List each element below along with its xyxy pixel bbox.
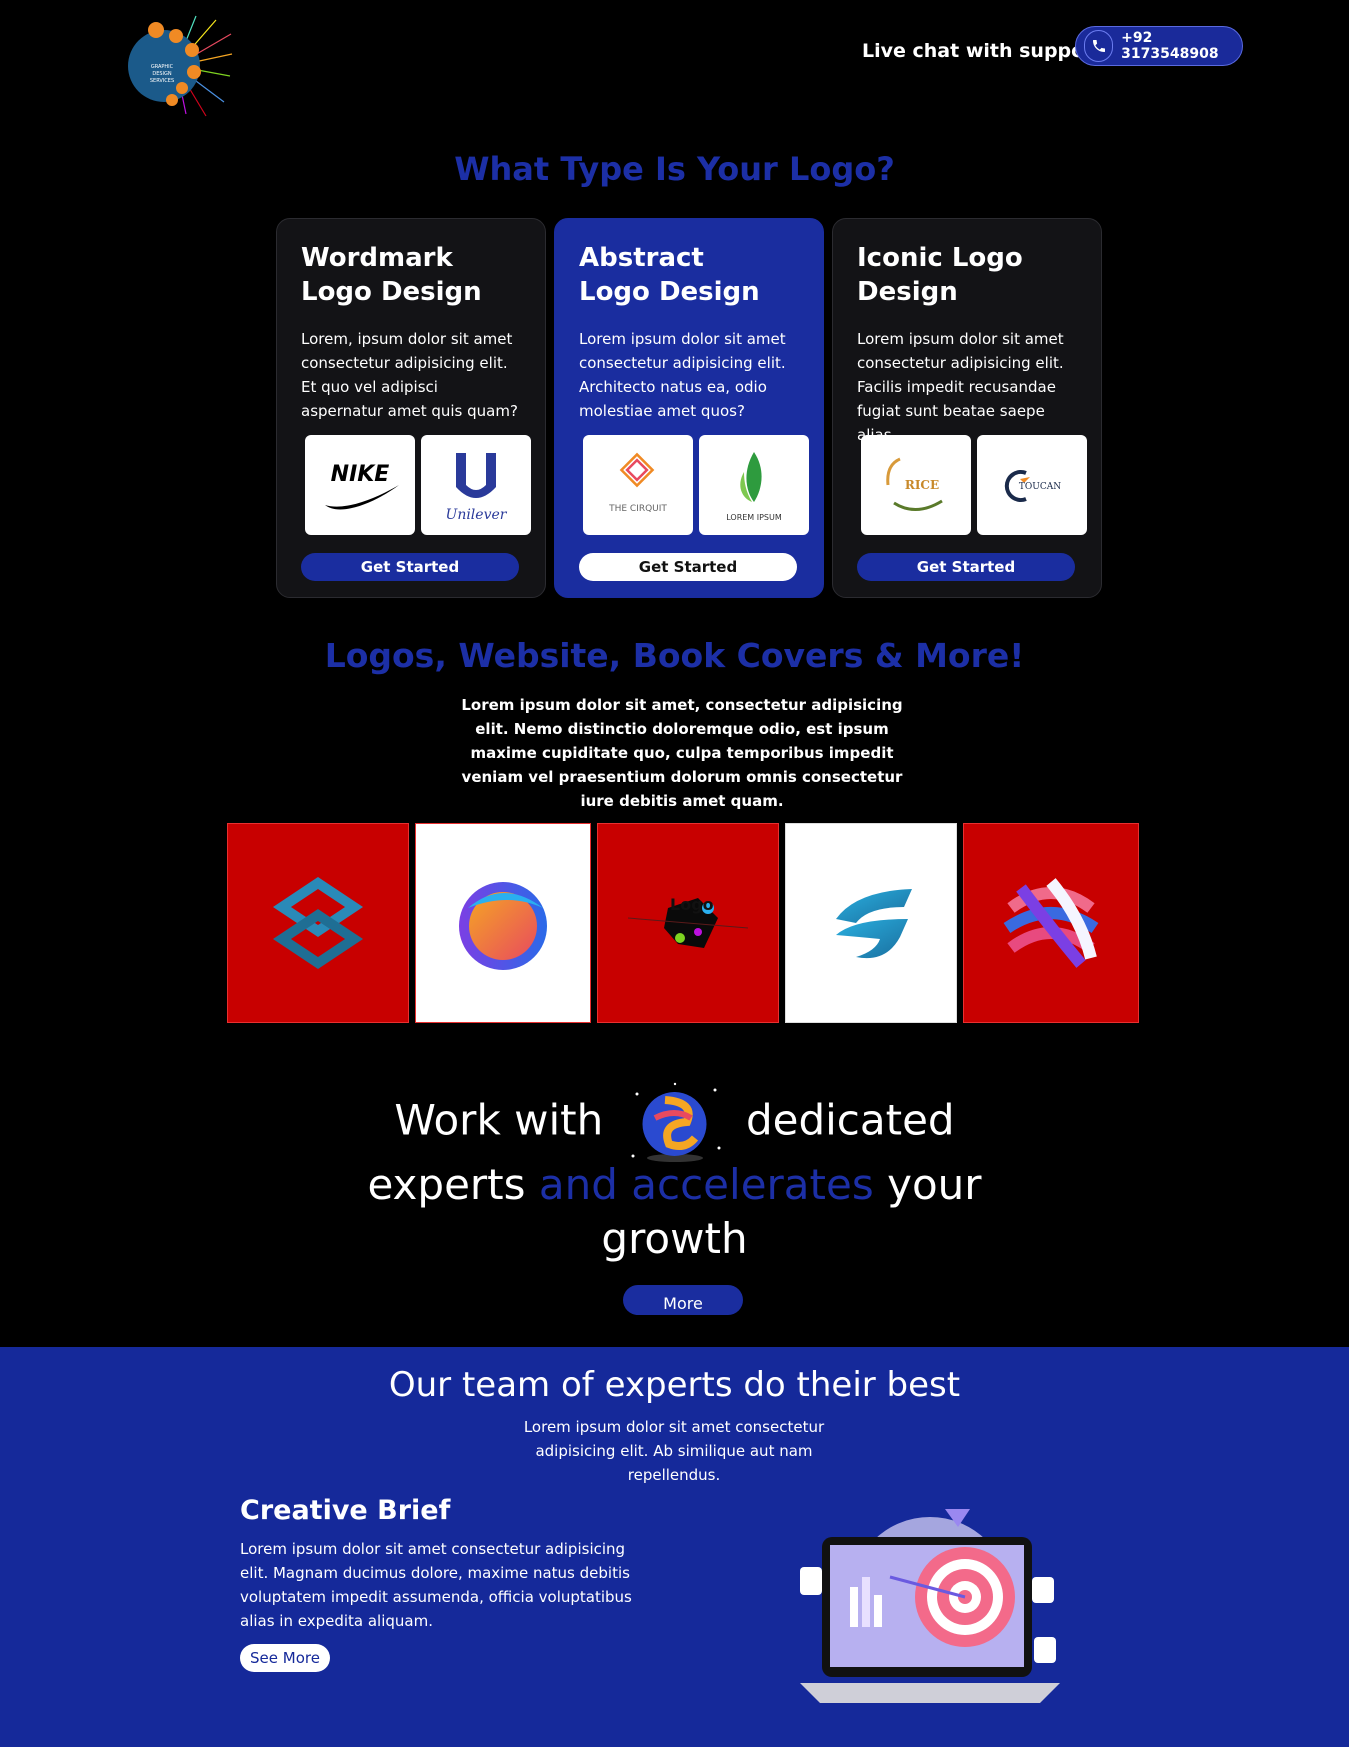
services-title: Logos, Website, Book Covers & More! [324,636,1025,675]
brand-logo-icon[interactable]: GRAPHIC DESIGN SERVICES [126,14,234,118]
svg-text:DESIGN: DESIGN [152,71,172,77]
gallery-item-globe-logo[interactable] [963,823,1139,1023]
s-logo-icon [272,876,364,970]
phone-number: +92 3173548908 [1121,30,1219,62]
card-text: Lorem ipsum dolor sit amet consectetur a… [857,330,1064,444]
cirquit-text: THE CIRQUIT [608,504,667,514]
gallery-item-orb-logo[interactable] [415,823,591,1023]
target-laptop-illustration [770,1507,1070,1737]
globe-logo-icon [1003,878,1099,968]
rice-text: RICE [905,478,939,492]
nike-text: NIKE [331,462,390,487]
gallery-item-s-logo[interactable] [227,823,409,1023]
card-wordmark: Wordmark Logo Design Lorem, ipsum dolor … [276,218,546,598]
svg-text:SERVICES: SERVICES [150,78,174,84]
site-header: GRAPHIC DESIGN SERVICES Live chat with s… [0,0,1349,130]
work-line-1: Work with dedicated [0,1078,1349,1168]
work-line1-a: Work with [394,1095,604,1145]
card-text: Lorem ipsum dolor sit amet consectetur a… [579,330,786,420]
creative-brief-title: Creative Brief [240,1495,451,1526]
nike-logo-thumb: NIKE [305,435,415,535]
orb-logo-icon [459,882,547,970]
services-text: Lorem ipsum dolor sit amet, consectetur … [461,696,903,810]
sparkle-logo-icon [625,1078,725,1168]
live-chat-label: Live chat with support [862,40,1103,62]
svg-text:GRAPHIC: GRAPHIC [151,64,174,70]
f-logo-icon [836,889,912,959]
card-title: Abstract Logo Design [579,243,760,307]
gallery-item-f-logo[interactable] [785,823,957,1023]
work-line2-a: experts [367,1160,526,1209]
splash-logo-icon: Logo [627,895,749,948]
team-subtitle: Lorem ipsum dolor sit amet consectetur a… [523,1418,825,1484]
rice-logo-thumb: RICE [861,435,971,535]
card-title: Iconic Logo Design [857,243,1023,307]
card-iconic: Iconic Logo Design Lorem ipsum dolor sit… [832,218,1102,598]
get-started-button[interactable]: Get Started [579,553,797,581]
card-abstract: Abstract Logo Design Lorem ipsum dolor s… [554,218,824,598]
lorem-ipsum-text: LOREM IPSUM [726,513,782,522]
unilever-logo-thumb: Unilever [421,435,531,535]
toucan-logo-thumb: TOUCAN [977,435,1087,535]
phone-icon [1084,30,1114,62]
team-section: Our team of experts do their best Lorem … [0,1347,1349,1747]
toucan-text: TOUCAN [1019,482,1061,492]
get-started-button[interactable]: Get Started [301,553,519,581]
work-line-2: experts and accelerates your [0,1160,1349,1209]
lorem-ipsum-logo-thumb: LOREM IPSUM [699,435,809,535]
card-text: Lorem, ipsum dolor sit amet consectetur … [301,330,518,420]
logo-types-title: What Type Is Your Logo? [454,150,895,188]
gallery-item-splash-logo[interactable]: Logo [597,823,779,1023]
unilever-text: Unilever [446,507,508,523]
get-started-button[interactable]: Get Started [857,553,1075,581]
splash-logo-text: Logo [670,895,714,914]
team-title: Our team of experts do their best [388,1365,961,1405]
creative-brief-text: Lorem ipsum dolor sit amet consectetur a… [240,1540,632,1630]
work-line2-b: your [887,1160,982,1209]
work-line2-highlight: and accelerates [538,1160,874,1209]
see-more-button[interactable]: See More [240,1644,330,1672]
cirquit-logo-thumb: THE CIRQUIT [583,435,693,535]
work-line-3: growth [601,1214,748,1263]
work-line1-b: dedicated [745,1095,955,1145]
phone-button[interactable]: +92 3173548908 [1075,26,1243,66]
more-button[interactable]: More [623,1285,743,1315]
card-title: Wordmark Logo Design [301,243,482,307]
